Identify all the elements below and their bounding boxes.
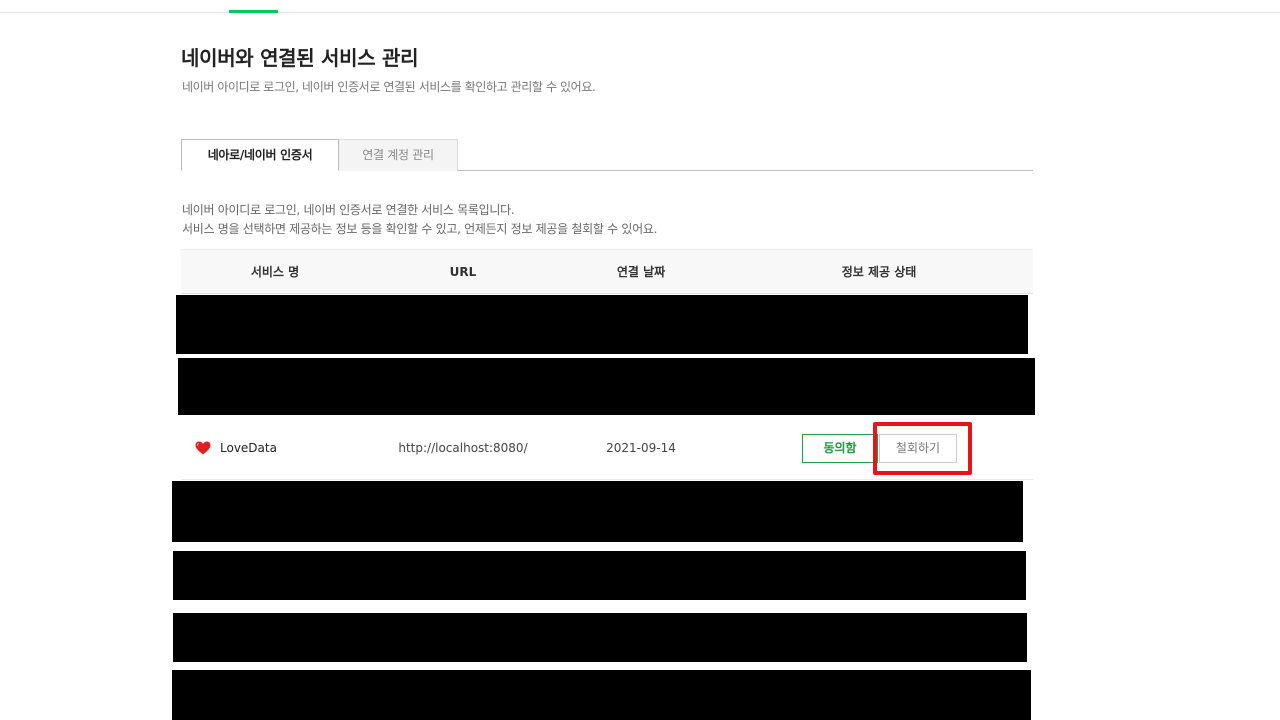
column-header-status: 정보 제공 상태 <box>841 265 917 279</box>
tab-bar: 네아로/네이버 인증서 연결 계정 관리 <box>181 139 1033 171</box>
tab-naver-login-certificate[interactable]: 네아로/네이버 인증서 <box>181 139 339 171</box>
column-header-date: 연결 날짜 <box>616 265 666 279</box>
page-title: 네이버와 연결된 서비스 관리 <box>181 46 419 70</box>
redacted-row <box>172 670 1031 720</box>
revoke-button[interactable]: 철회하기 <box>879 434 957 463</box>
heart-icon <box>195 441 211 455</box>
column-header-service-name: 서비스 명 <box>250 265 300 279</box>
page-description: 네이버 아이디로 로그인, 네이버 인증서로 연결된 서비스를 확인하고 관리할… <box>182 80 596 94</box>
service-url: http://localhost:8080/ <box>398 441 528 455</box>
redacted-row <box>178 358 1035 415</box>
top-nav-divider <box>0 12 1280 13</box>
list-description: 네이버 아이디로 로그인, 네이버 인증서로 연결한 서비스 목록입니다. 서비… <box>182 201 657 239</box>
column-header-url: URL <box>449 265 477 279</box>
redacted-row <box>176 295 1028 354</box>
top-nav-active-indicator <box>229 10 278 13</box>
redacted-row <box>173 613 1027 662</box>
list-description-line-1: 네이버 아이디로 로그인, 네이버 인증서로 연결한 서비스 목록입니다. <box>182 203 515 217</box>
agree-status-button[interactable]: 동의함 <box>802 434 878 463</box>
table-header: 서비스 명 URL 연결 날짜 정보 제공 상태 <box>181 249 1033 294</box>
table-row: LoveData http://localhost:8080/ 2021-09-… <box>181 418 1033 480</box>
list-description-line-2: 서비스 명을 선택하면 제공하는 정보 등을 확인할 수 있고, 언제든지 정보… <box>182 222 658 236</box>
connection-date: 2021-09-14 <box>606 441 676 455</box>
tab-linked-account-management[interactable]: 연결 계정 관리 <box>339 139 458 171</box>
redacted-row <box>172 481 1023 542</box>
service-name-link[interactable]: LoveData <box>220 441 277 455</box>
redacted-row <box>173 551 1026 600</box>
